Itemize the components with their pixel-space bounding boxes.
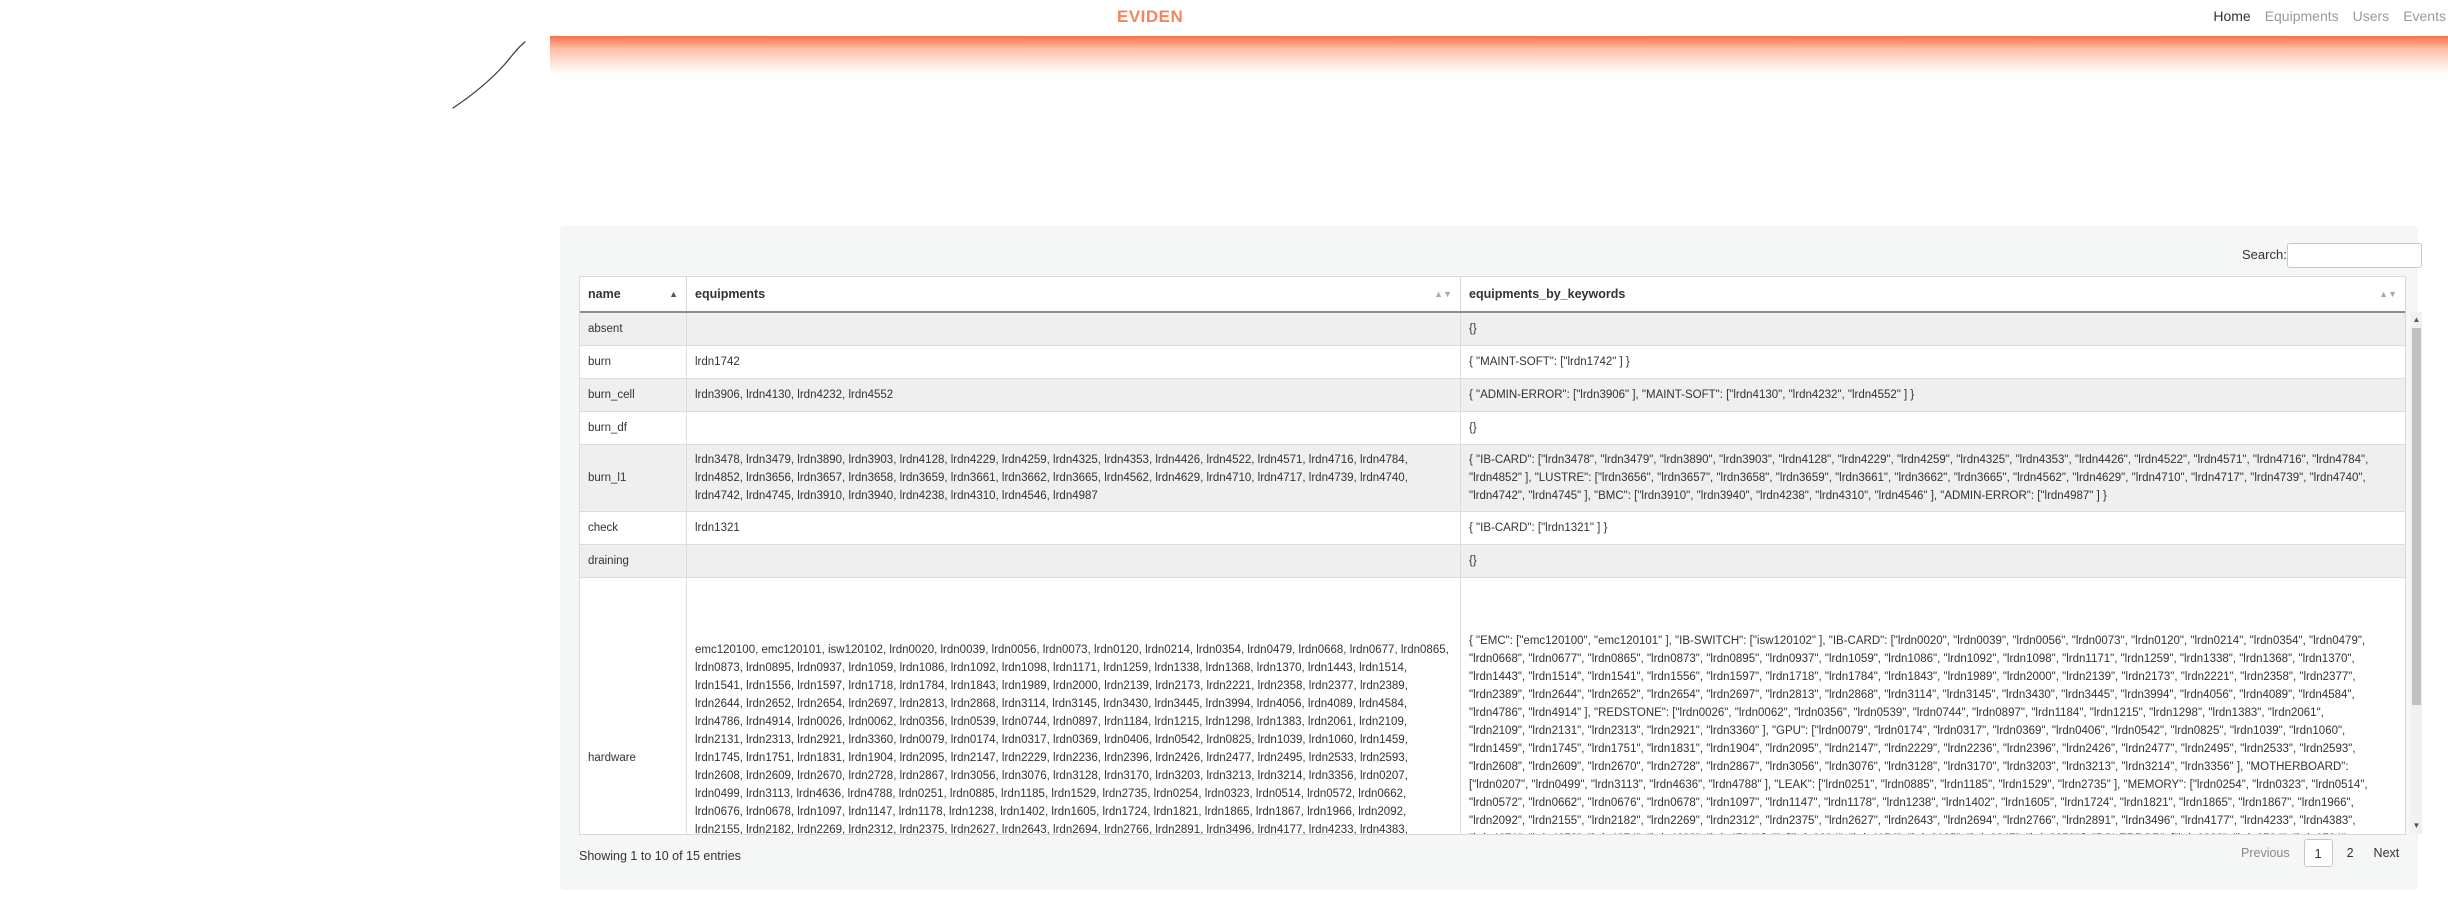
nav-links: Home Equipments Users Events <box>2213 8 2446 24</box>
table-row[interactable]: burn_l1 lrdn3478, lrdn3479, lrdn3890, lr… <box>580 445 2405 512</box>
sort-both-icon: ▲▼ <box>1434 289 1452 299</box>
table-header: name ▲ equipments ▲▼ equipments_by_keywo… <box>580 277 2405 313</box>
cell-name: hardware <box>580 578 687 834</box>
cell-equipments: emc120100, emc120101, isw120102, lrdn002… <box>687 578 1461 834</box>
cell-equipments-by-keywords: { "IB-CARD": ["lrdn3478", "lrdn3479", "l… <box>1469 454 2369 502</box>
column-header-label: equipments_by_keywords <box>1469 287 1626 301</box>
table-body: absent {} burn lrdn1742 { "MAINT-SOFT": … <box>580 313 2405 834</box>
table-row[interactable]: hardware emc120100, emc120101, isw120102… <box>580 578 2405 834</box>
column-header-name[interactable]: name ▲ <box>580 277 687 311</box>
table-scrollbar[interactable]: ▲ ▼ <box>2411 312 2422 834</box>
scroll-down-icon[interactable]: ▼ <box>2411 820 2422 832</box>
column-header-equipments-by-keywords[interactable]: equipments_by_keywords ▲▼ <box>1461 277 2405 311</box>
column-header-equipments[interactable]: equipments ▲▼ <box>687 277 1461 311</box>
cell-name: check <box>580 512 687 544</box>
cell-equipments: lrdn1321 <box>687 512 1461 544</box>
column-header-label: name <box>588 287 621 301</box>
nav-equipments-link[interactable]: Equipments <box>2265 8 2339 24</box>
cell-name: draining <box>580 545 687 577</box>
nav-events-link[interactable]: Events <box>2403 8 2446 24</box>
table-row[interactable]: draining {} <box>580 545 2405 578</box>
cell-equipments: lrdn3906, lrdn4130, lrdn4232, lrdn4552 <box>687 379 1461 411</box>
table-info: Showing 1 to 10 of 15 entries <box>579 849 741 863</box>
cell-equipments <box>687 412 1461 444</box>
cell-equipments: lrdn3478, lrdn3479, lrdn3890, lrdn3903, … <box>687 445 1461 511</box>
cell-equipments: lrdn1742 <box>687 346 1461 378</box>
sort-both-icon: ▲▼ <box>2379 289 2397 299</box>
cell-equipments-by-keywords: {} <box>1469 422 1477 434</box>
navbar-gradient <box>550 36 2448 74</box>
cell-equipments-by-keywords: { "EMC": ["emc120100", "emc120101" ], "I… <box>1469 635 2368 834</box>
pagination: Previous 1 2 Next <box>2231 839 2409 867</box>
cell-equipments-by-keywords: { "MAINT-SOFT": ["lrdn1742" ] } <box>1469 356 1630 368</box>
column-header-label: equipments <box>695 287 766 301</box>
cell-equipments-by-keywords: {} <box>1469 555 1477 567</box>
scroll-up-icon[interactable]: ▲ <box>2411 314 2422 326</box>
table-row[interactable]: burn_cell lrdn3906, lrdn4130, lrdn4232, … <box>580 379 2405 412</box>
next-page-button[interactable]: Next <box>2364 839 2410 867</box>
cell-equipments <box>687 545 1461 577</box>
page-1-button[interactable]: 1 <box>2303 839 2333 867</box>
cell-equipments-by-keywords: { "IB-CARD": ["lrdn1321" ] } <box>1469 522 1608 534</box>
cell-name: burn_cell <box>580 379 687 411</box>
search-input[interactable] <box>2287 243 2422 268</box>
previous-page-button[interactable]: Previous <box>2231 839 2300 867</box>
table-row[interactable]: absent {} <box>580 313 2405 346</box>
cell-name: burn_l1 <box>580 445 687 511</box>
cell-equipments <box>687 313 1461 345</box>
cell-name: burn_df <box>580 412 687 444</box>
cell-name: absent <box>580 313 687 345</box>
nav-users-link[interactable]: Users <box>2353 8 2390 24</box>
pen-stroke-drawing <box>452 41 526 109</box>
cell-equipments-by-keywords: {} <box>1469 323 1477 335</box>
brand-logo[interactable]: EVIDEN <box>1117 7 1183 27</box>
table-row[interactable]: check lrdn1321 { "IB-CARD": ["lrdn1321" … <box>580 512 2405 545</box>
table-row[interactable]: burn lrdn1742 { "MAINT-SOFT": ["lrdn1742… <box>580 346 2405 379</box>
search-label: Search: <box>2242 247 2287 262</box>
cell-name: burn <box>580 346 687 378</box>
page-2-button[interactable]: 2 <box>2337 839 2364 867</box>
data-table: name ▲ equipments ▲▼ equipments_by_keywo… <box>579 276 2406 835</box>
scroll-thumb[interactable] <box>2412 328 2421 705</box>
nav-home-link[interactable]: Home <box>2213 8 2250 24</box>
navbar: EVIDEN <box>550 0 2448 36</box>
sort-ascending-icon: ▲ <box>669 289 678 299</box>
table-row[interactable]: burn_df {} <box>580 412 2405 445</box>
cell-equipments-by-keywords: { "ADMIN-ERROR": ["lrdn3906" ], "MAINT-S… <box>1469 389 1915 401</box>
